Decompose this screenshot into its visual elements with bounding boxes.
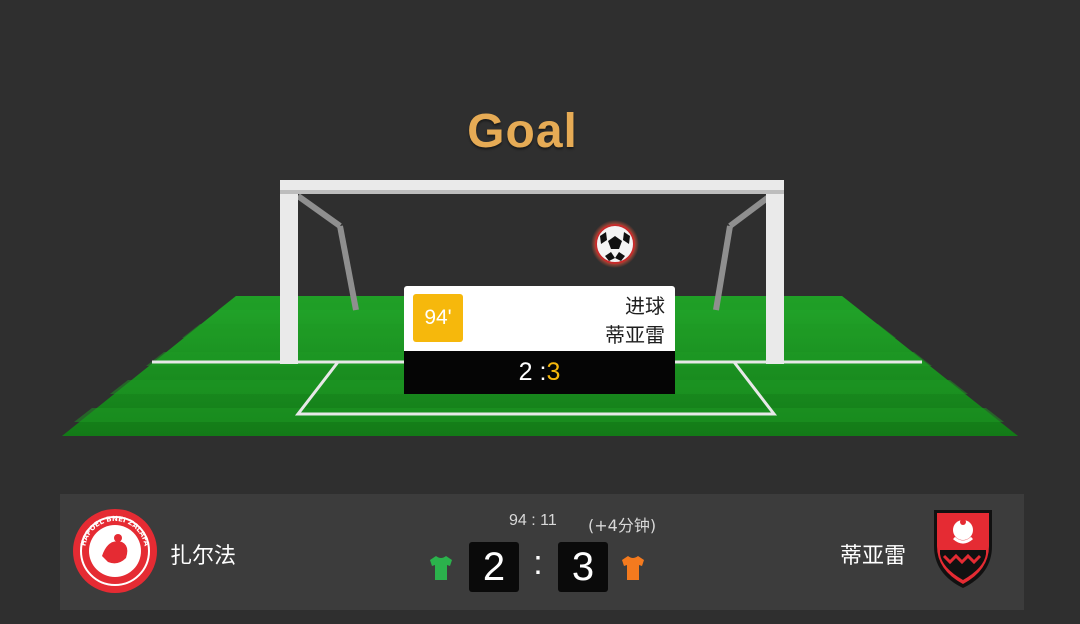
- event-score-away: 3: [546, 358, 561, 386]
- home-team-logo[interactable]: HAPOEL BNEI ZALAFA: [72, 508, 158, 594]
- scoreboard: HAPOEL BNEI ZALAFA 扎尔法 94 : 11 (+4分钟) 2 …: [60, 494, 1024, 610]
- away-score: 3: [558, 542, 608, 592]
- event-score-home: 2: [518, 358, 533, 386]
- event-score: 2 :3: [404, 351, 675, 394]
- home-score: 2: [469, 542, 519, 592]
- match-clock: 94 : 11: [509, 512, 557, 529]
- soccer-ball-icon: [591, 220, 639, 268]
- event-minute-badge: 94': [413, 294, 463, 342]
- away-jersey-icon: [622, 556, 644, 580]
- away-team-logo[interactable]: [930, 506, 996, 590]
- event-team-label: 蒂亚雷: [605, 323, 665, 347]
- added-time: (+4分钟): [588, 516, 657, 535]
- score-separator: :: [533, 544, 543, 582]
- home-jersey-icon: [430, 556, 452, 580]
- pitch-graphic: [62, 180, 1018, 436]
- event-type-label: 进球: [625, 294, 665, 318]
- home-team-name[interactable]: 扎尔法: [170, 538, 236, 570]
- goal-animation: Goal 94' 进球 蒂亚雷 2 :3: [0, 0, 1080, 480]
- away-team-name[interactable]: 蒂亚雷: [840, 538, 906, 570]
- event-card: 94' 进球 蒂亚雷 2 :3: [404, 286, 675, 394]
- goal-title: Goal: [467, 105, 578, 158]
- event-card-header: 94' 进球 蒂亚雷: [404, 286, 675, 351]
